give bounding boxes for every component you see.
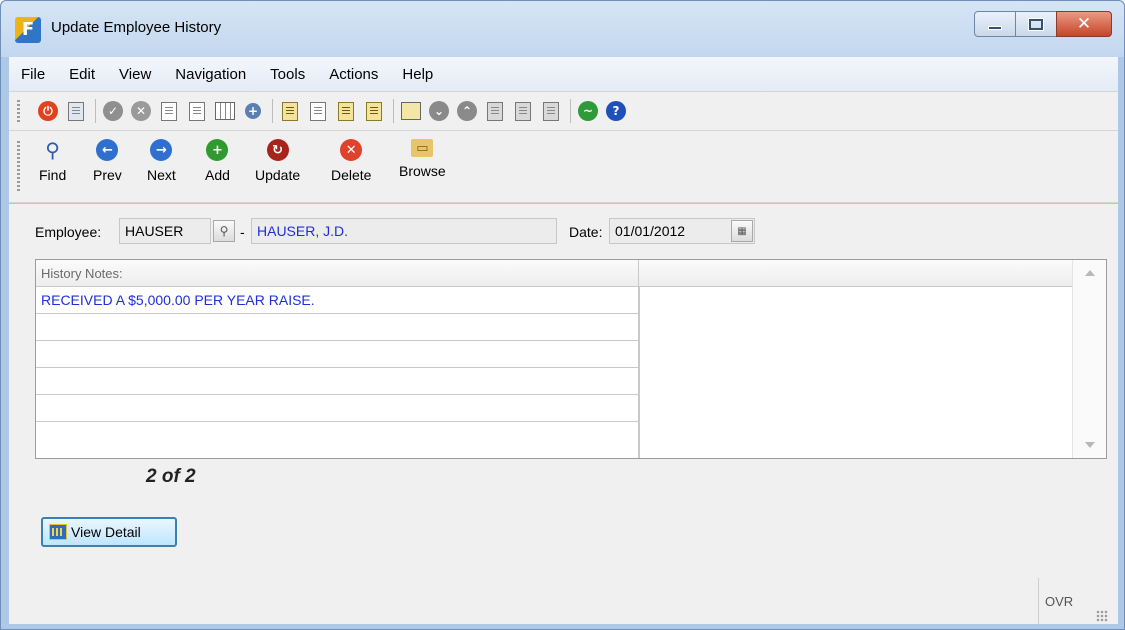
status-panel: OVR <box>1038 578 1110 624</box>
find-button[interactable]: ⚲ Find <box>39 138 67 183</box>
record-counter: 2 of 2 <box>146 466 196 487</box>
menu-help[interactable]: Help <box>390 66 445 83</box>
down-circle-icon[interactable]: ⌄ <box>428 100 450 122</box>
app-logo-icon: F <box>15 17 41 43</box>
delete-x-icon: ✕ <box>340 139 363 161</box>
arrow-right-icon: → <box>150 139 173 161</box>
up-circle-icon[interactable]: ⌃ <box>456 100 478 122</box>
menu-file[interactable]: File <box>9 66 57 83</box>
menu-actions[interactable]: Actions <box>317 66 390 83</box>
toolbar-separator <box>393 99 394 123</box>
find-label: Find <box>39 167 67 183</box>
main-window: F Update Employee History ✕ File Edit Vi… <box>0 0 1125 630</box>
help-icon[interactable]: ? <box>605 100 627 122</box>
window-controls: ✕ <box>974 11 1112 37</box>
menu-view[interactable]: View <box>107 66 163 83</box>
move-left-icon[interactable] <box>484 100 506 122</box>
maximize-button[interactable] <box>1015 11 1057 37</box>
attach-icon[interactable] <box>307 100 329 122</box>
zoom-icon[interactable]: + <box>242 100 264 122</box>
doc-user-icon[interactable] <box>335 100 357 122</box>
browse-label: Browse <box>399 163 446 179</box>
browse-button[interactable]: ▭ Browse <box>399 139 446 179</box>
name-separator: - <box>240 224 245 240</box>
minimize-icon <box>988 26 1002 30</box>
copy-doc-icon[interactable] <box>158 100 180 122</box>
move-right-icon[interactable] <box>512 100 534 122</box>
close-icon: ✕ <box>1076 13 1092 34</box>
maximize-icon <box>1028 17 1044 31</box>
history-row[interactable] <box>36 341 639 368</box>
form-area: Employee: HAUSER ⚲ - HAUSER, J.D. Date: … <box>9 204 1118 624</box>
transfer-icon[interactable] <box>400 100 422 122</box>
history-row[interactable] <box>36 395 639 422</box>
detail-icon <box>49 524 67 540</box>
cancel-icon[interactable]: ✕ <box>130 100 152 122</box>
add-button[interactable]: + Add <box>205 139 230 183</box>
menu-tools[interactable]: Tools <box>258 66 317 83</box>
calendar-picker-button[interactable]: ▦ <box>731 220 753 242</box>
chart-icon[interactable]: ~ <box>577 100 599 122</box>
standard-toolbar: ⏻ ✓ ✕ + ⌄ ⌃ ~ ? <box>9 91 1118 131</box>
menu-navigation[interactable]: Navigation <box>163 66 258 83</box>
grid-second-column <box>639 287 1073 458</box>
toolbar-grip[interactable] <box>17 141 20 191</box>
prev-button[interactable]: ← Prev <box>93 139 122 183</box>
history-row[interactable]: RECEIVED A $5,000.00 PER YEAR RAISE. <box>36 287 639 314</box>
toolbar-separator <box>570 99 571 123</box>
date-label: Date: <box>569 224 603 240</box>
scroll-down-icon[interactable] <box>1085 442 1095 448</box>
close-button[interactable]: ✕ <box>1056 11 1112 37</box>
view-detail-label: View Detail <box>71 524 141 540</box>
toolbar-separator <box>95 99 96 123</box>
toolbar-separator <box>272 99 273 123</box>
folder-icon: ▭ <box>411 139 434 157</box>
title-bar[interactable]: F Update Employee History ✕ <box>1 1 1124 57</box>
scroll-up-icon[interactable] <box>1085 270 1095 276</box>
search-icon: ⚲ <box>219 224 229 238</box>
next-label: Next <box>147 167 176 183</box>
notes-icon[interactable] <box>279 100 301 122</box>
vertical-scrollbar[interactable] <box>1072 260 1106 458</box>
power-icon[interactable]: ⏻ <box>37 100 59 122</box>
history-notes-grid: History Notes: RECEIVED A $5,000.00 PER … <box>35 259 1107 459</box>
delete-label: Delete <box>331 167 372 183</box>
update-label: Update <box>255 167 301 183</box>
save-icon[interactable] <box>65 100 87 122</box>
menu-bar: File Edit View Navigation Tools Actions … <box>9 57 1118 91</box>
plus-icon: + <box>206 139 229 161</box>
grid-header: History Notes: <box>36 260 1073 287</box>
navigation-toolbar: ⚲ Find ← Prev → Next + Add ↻ Update ✕ De… <box>9 131 1118 203</box>
menu-edit[interactable]: Edit <box>57 66 107 83</box>
next-button[interactable]: → Next <box>147 139 176 183</box>
delete-button[interactable]: ✕ Delete <box>331 139 371 183</box>
paste-doc-icon[interactable] <box>186 100 208 122</box>
employee-label: Employee: <box>35 224 102 240</box>
view-detail-button[interactable]: View Detail <box>41 517 177 547</box>
minimize-button[interactable] <box>974 11 1016 37</box>
add-label: Add <box>205 167 230 183</box>
window-title: Update Employee History <box>51 19 222 36</box>
history-row[interactable] <box>36 314 639 341</box>
refresh-icon: ↻ <box>266 139 289 161</box>
sort-icon[interactable] <box>540 100 562 122</box>
employee-lookup-button[interactable]: ⚲ <box>213 220 235 242</box>
toolbar-grip[interactable] <box>17 100 20 124</box>
employee-name-field: HAUSER, J.D. <box>251 218 557 244</box>
arrow-left-icon: ← <box>96 139 119 161</box>
update-button[interactable]: ↻ Update <box>255 139 300 183</box>
history-notes-header: History Notes: <box>36 260 639 287</box>
magnifier-icon: ⚲ <box>45 138 60 162</box>
prev-label: Prev <box>93 167 122 183</box>
overwrite-indicator: OVR <box>1045 594 1074 609</box>
calendar-icon: ▦ <box>737 225 747 237</box>
history-row[interactable] <box>36 422 639 458</box>
check-icon[interactable]: ✓ <box>102 100 124 122</box>
calendar-icon[interactable] <box>363 100 385 122</box>
history-row[interactable] <box>36 368 639 395</box>
grid-doc-icon[interactable] <box>214 100 236 122</box>
employee-code-field[interactable]: HAUSER <box>119 218 211 244</box>
resize-grip-icon[interactable] <box>1096 610 1108 622</box>
